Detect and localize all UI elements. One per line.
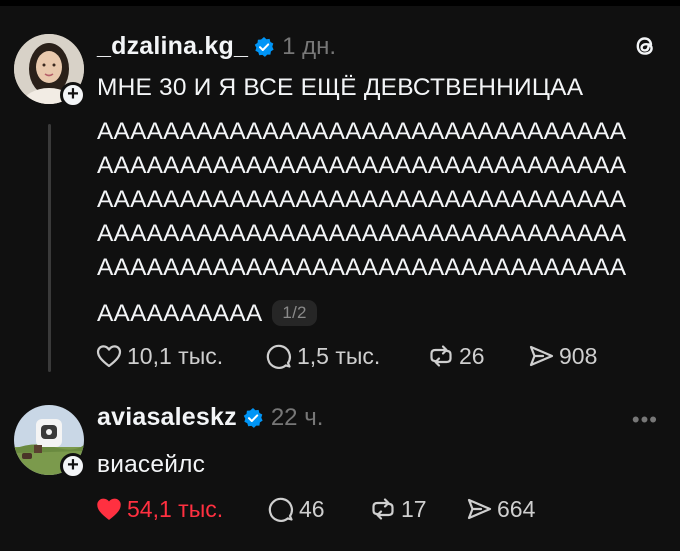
reply-count: 1,5 тыс. (297, 342, 381, 369)
repost-icon (372, 498, 394, 520)
reply-button[interactable]: 1,5 тыс. (265, 342, 427, 370)
action-bar: 10,1 тыс. 1,5 тыс. 26 908 (95, 342, 597, 370)
post-time: 1 дн. (282, 32, 337, 60)
heart-icon (96, 345, 122, 368)
reply-count: 46 (299, 495, 325, 522)
share-button[interactable]: 664 (465, 495, 535, 523)
repost-count: 17 (401, 495, 427, 522)
repost-button[interactable]: 26 (427, 342, 527, 370)
like-button[interactable]: 10,1 тыс. (95, 342, 265, 370)
thread-connector-line (48, 124, 51, 372)
verified-icon (243, 407, 263, 428)
share-count: 664 (497, 495, 536, 522)
reply-icon (268, 497, 293, 522)
action-bar: 54,1 тыс. 46 17 664 (95, 495, 535, 523)
thread-reply-post: + aviasaleskz 22 ч. ••• виасейлс 54,1 ты… (0, 395, 680, 545)
thread-post: + _dzalina.kg_ 1 дн. МНЕ 30 И Я ВСЕ ЕЩЁ … (0, 22, 680, 387)
verified-icon (254, 36, 274, 57)
post-text-line: АААААААААААААААААААААААААААААААА (97, 220, 627, 247)
post-text-last-line: АААААААААА 1/2 (97, 300, 317, 328)
like-count: 54,1 тыс. (127, 495, 224, 522)
post-header: aviasaleskz 22 ч. (97, 403, 323, 432)
post-text-line: АААААААААА (97, 300, 263, 327)
post-header: _dzalina.kg_ 1 дн. (97, 32, 336, 61)
post-text-line: АААААААААААААААААААААААААААААААА (97, 254, 627, 281)
follow-plus-icon[interactable]: + (60, 82, 86, 108)
repost-button[interactable]: 17 (369, 495, 465, 523)
follow-plus-icon[interactable]: + (60, 453, 86, 479)
reply-button[interactable]: 46 (267, 495, 369, 523)
post-text-line: МНЕ 30 И Я ВСЕ ЕЩЁ ДЕВСТВЕННИЦАА (97, 74, 584, 101)
share-button[interactable]: 908 (527, 342, 597, 370)
post-text-line: АААААААААААААААААААААААААААААААА (97, 118, 627, 145)
username[interactable]: _dzalina.kg_ (97, 32, 248, 61)
more-icon[interactable]: ••• (632, 407, 658, 433)
reply-icon (266, 344, 291, 369)
like-button[interactable]: 54,1 тыс. (95, 495, 267, 523)
username[interactable]: aviasaleskz (97, 403, 237, 432)
like-count: 10,1 тыс. (127, 342, 224, 369)
threads-logo-icon[interactable] (632, 32, 658, 60)
share-icon (467, 498, 492, 520)
heart-icon (97, 498, 121, 520)
post-time: 22 ч. (270, 403, 324, 431)
repost-icon (430, 345, 452, 367)
post-text-line: АААААААААААААААААААААААААААААААА (97, 186, 627, 213)
share-count: 908 (559, 342, 598, 369)
post-text-line: виасейлс (97, 451, 206, 478)
post-text-line: АААААААААААААААААААААААААААААААА (97, 152, 627, 179)
top-divider (0, 0, 680, 6)
repost-count: 26 (459, 342, 485, 369)
share-icon (529, 345, 554, 367)
page-indicator-badge[interactable]: 1/2 (272, 300, 317, 326)
